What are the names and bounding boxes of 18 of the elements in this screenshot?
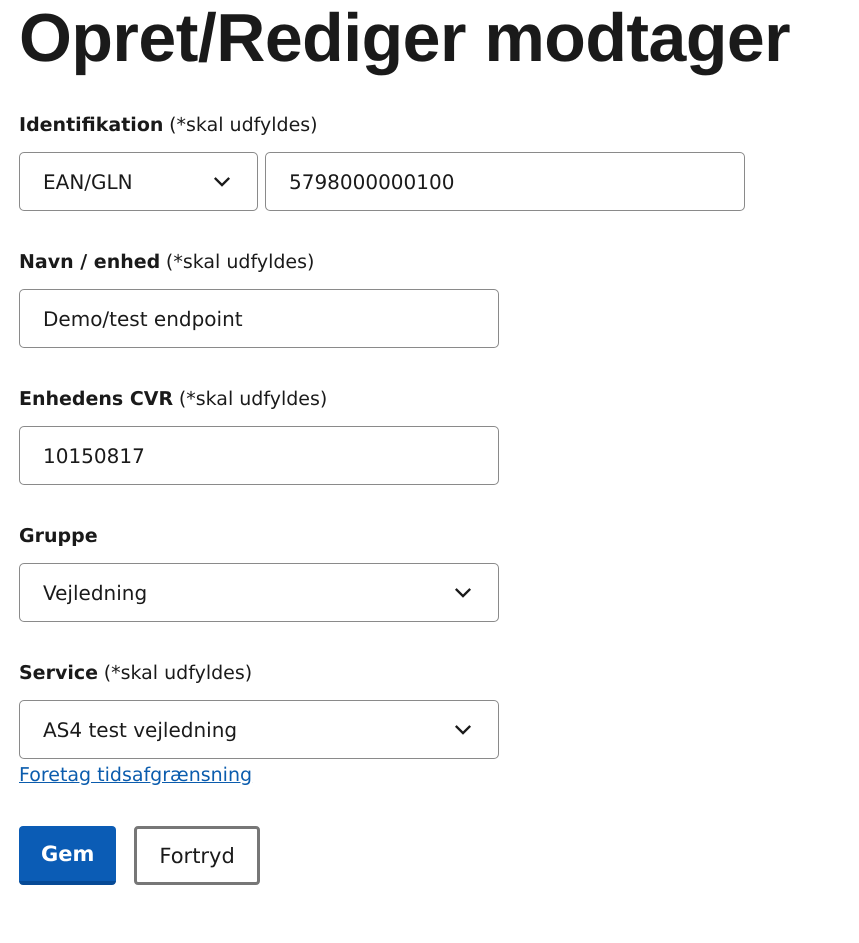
dropdown-select[interactable]: Vejledning — [19, 563, 499, 622]
field-label: Enhedens CVR (*skal udfyldes) — [19, 387, 328, 412]
page-title: Opret/Rediger modtager — [19, 0, 792, 76]
chevron-down-icon — [454, 724, 472, 735]
field-label: Identifikation (*skal udfyldes) — [19, 113, 319, 138]
input-field[interactable]: Demo/test endpoint — [19, 289, 499, 348]
field-label: Gruppe — [19, 524, 99, 549]
field-label: Navn / enhed (*skal udfyldes) — [19, 250, 316, 275]
dropdown-select[interactable]: AS4 test vejledning — [19, 700, 499, 759]
chevron-down-icon — [213, 176, 231, 187]
field-label: Service (*skal udfyldes) — [19, 661, 254, 686]
input-field[interactable]: 5798000000100 — [265, 152, 745, 211]
cancel-button[interactable]: Fortryd — [134, 826, 260, 885]
chevron-down-icon — [454, 587, 472, 598]
input-field[interactable]: 10150817 — [19, 426, 499, 485]
id-type-select[interactable]: EAN/GLN — [19, 152, 258, 211]
date-limit-link[interactable]: Foretag tidsafgrænsning — [19, 764, 252, 786]
save-button[interactable]: Gem — [19, 826, 116, 885]
